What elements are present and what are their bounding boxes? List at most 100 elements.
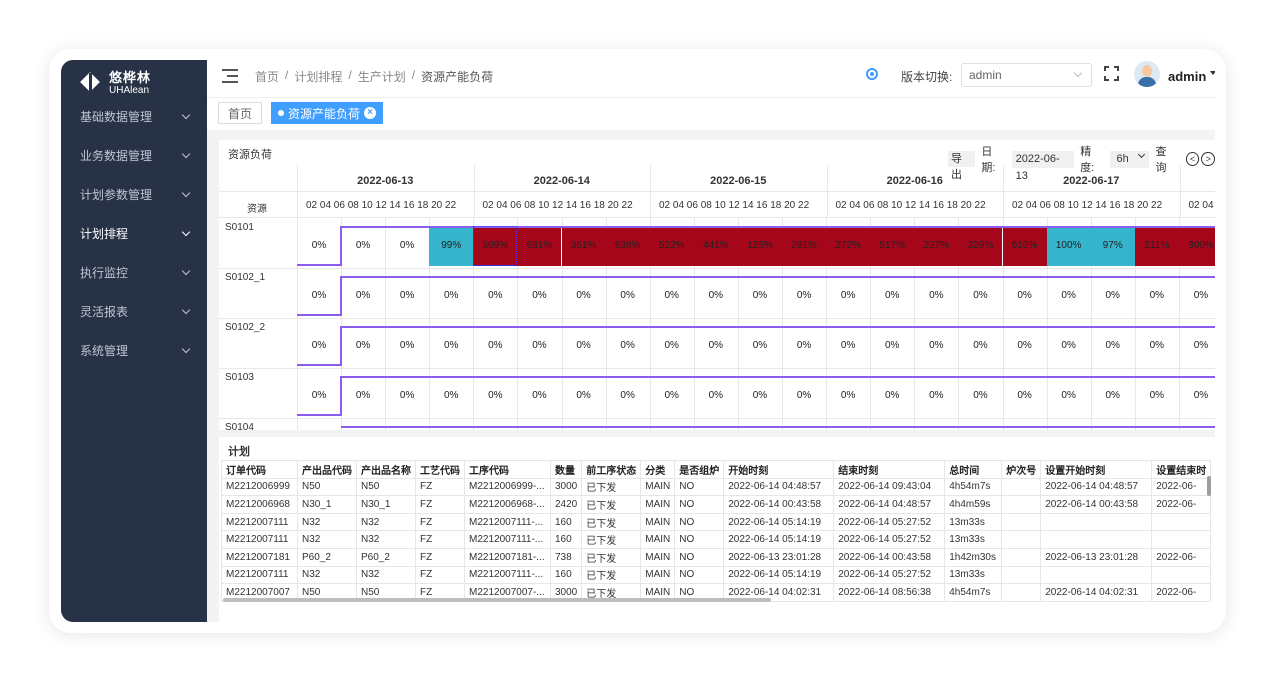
resource-name[interactable]: S0101 <box>225 222 254 233</box>
column-header[interactable]: 工序代码 <box>464 460 551 479</box>
sidebar-item-business-data[interactable]: 业务数据管理 <box>61 136 207 175</box>
close-icon[interactable]: × <box>364 107 377 119</box>
load-cell[interactable]: 0% <box>606 326 650 366</box>
column-header[interactable]: 前工序状态 <box>581 460 642 479</box>
table-row[interactable]: M2212007111 N32 N32 FZ M2212007111-... 160 已下发… <box>221 530 1212 549</box>
load-cell[interactable]: 0% <box>914 326 958 366</box>
breadcrumb-production-plan[interactable]: 生产计划 <box>358 68 406 85</box>
breadcrumb-home[interactable]: 首页 <box>255 68 279 85</box>
load-cell[interactable]: 0% <box>782 326 826 366</box>
load-cell[interactable]: 0% <box>1135 326 1179 366</box>
table-row[interactable]: M2212006999 N50 N50 FZ M2212006999-... 3000 已下… <box>221 477 1212 497</box>
column-header[interactable]: 工艺代码 <box>415 460 465 479</box>
load-cell[interactable]: 0% <box>385 376 429 416</box>
load-cell[interactable]: 0% <box>429 376 473 416</box>
tag-resource-load[interactable]: 资源产能负荷 × <box>271 102 384 124</box>
table-row[interactable]: M2212007111 N32 N32 FZ M2212007111-... 160 已下发… <box>221 512 1212 532</box>
column-header[interactable]: 结束时刻 <box>833 460 946 479</box>
load-cell[interactable]: 0% <box>341 376 385 416</box>
table-row[interactable]: M2212006968 N30_1 N30_1 FZ M2212006968-... 24… <box>221 495 1212 514</box>
load-cell[interactable]: 0% <box>650 376 694 416</box>
load-cell[interactable]: 0% <box>738 326 782 366</box>
version-select[interactable]: admin <box>961 63 1092 87</box>
column-header[interactable]: 产出品名称 <box>356 460 416 479</box>
menu-toggle-icon[interactable] <box>222 69 238 83</box>
load-cell[interactable]: 0% <box>562 326 606 366</box>
sidebar-item-scheduling[interactable]: 计划排程 <box>61 214 207 253</box>
load-cell[interactable]: 0% <box>650 326 694 366</box>
load-cell[interactable]: 0% <box>341 226 385 266</box>
load-cell[interactable]: 0% <box>517 376 561 416</box>
load-cell[interactable]: 125% <box>737 226 782 266</box>
load-cell[interactable]: 0% <box>1179 276 1215 316</box>
load-cell[interactable]: 0% <box>870 326 914 366</box>
load-cell[interactable]: 237% <box>914 226 959 266</box>
load-cell[interactable]: 0% <box>694 326 738 366</box>
load-cell[interactable]: 0% <box>1091 276 1135 316</box>
sidebar-item-basic-data[interactable]: 基础数据管理 <box>61 97 207 136</box>
load-cell[interactable]: 0% <box>297 390 341 401</box>
username[interactable]: admin <box>1168 69 1206 84</box>
load-cell[interactable]: 0% <box>870 276 914 316</box>
sidebar-item-reports[interactable]: 灵活报表 <box>61 292 207 331</box>
load-cell[interactable]: 0% <box>341 326 385 366</box>
load-cell[interactable]: 0% <box>1003 326 1047 366</box>
load-cell[interactable]: 272% <box>826 226 871 266</box>
table-row[interactable]: M2212007181 P60_2 P60_2 FZ M2212007181-... 73… <box>221 547 1212 567</box>
load-cell[interactable]: 0% <box>562 276 606 316</box>
column-header[interactable]: 分类 <box>640 460 676 479</box>
load-cell[interactable]: 0% <box>870 376 914 416</box>
vertical-scrollbar[interactable] <box>1207 476 1211 496</box>
load-cell[interactable]: 361% <box>561 226 606 266</box>
column-header[interactable]: 开始时刻 <box>723 460 835 479</box>
load-cell[interactable]: 0% <box>1003 276 1047 316</box>
fullscreen-icon[interactable] <box>1104 66 1119 81</box>
load-cell[interactable]: 0% <box>562 376 606 416</box>
load-cell[interactable]: 0% <box>826 326 870 366</box>
load-cell[interactable]: 329% <box>958 226 1003 266</box>
resource-name[interactable]: S0102_1 <box>225 272 265 283</box>
selected-cell[interactable] <box>473 226 518 266</box>
sidebar-item-monitoring[interactable]: 执行监控 <box>61 253 207 292</box>
load-cell[interactable]: 0% <box>1047 276 1091 316</box>
resource-name[interactable]: S0103 <box>225 372 254 383</box>
load-cell[interactable]: 0% <box>826 376 870 416</box>
load-cell[interactable]: 0% <box>1047 326 1091 366</box>
load-cell[interactable]: 0% <box>1091 326 1135 366</box>
load-cell[interactable]: 0% <box>606 376 650 416</box>
load-cell[interactable]: 0% <box>385 326 429 366</box>
table-row[interactable]: M2212007111 N32 N32 FZ M2212007111-... 160 已下发… <box>221 565 1212 585</box>
load-cell[interactable]: 0% <box>1091 376 1135 416</box>
load-cell[interactable]: 441% <box>693 226 738 266</box>
load-cell[interactable]: 0% <box>1135 376 1179 416</box>
load-cell[interactable]: 0% <box>297 240 341 251</box>
column-header[interactable]: 设置开始时刻 <box>1040 460 1153 479</box>
load-cell[interactable]: 99% <box>429 226 474 266</box>
load-cell[interactable]: 0% <box>738 276 782 316</box>
load-cell[interactable]: 0% <box>782 276 826 316</box>
column-header[interactable]: 订单代码 <box>221 460 298 479</box>
load-cell[interactable]: 0% <box>650 276 694 316</box>
load-cell[interactable]: 0% <box>517 326 561 366</box>
load-cell[interactable]: 100% <box>1046 226 1091 266</box>
resource-name[interactable]: S0104 <box>225 422 254 430</box>
column-header[interactable]: 炉次号 <box>1001 460 1042 479</box>
load-cell[interactable]: 0% <box>914 376 958 416</box>
load-cell[interactable]: 0% <box>1135 276 1179 316</box>
column-header[interactable]: 是否组炉 <box>674 460 725 479</box>
avatar[interactable] <box>1134 61 1160 87</box>
load-cell[interactable]: 0% <box>385 276 429 316</box>
load-cell[interactable]: 0% <box>782 376 826 416</box>
gear-icon[interactable] <box>866 68 878 80</box>
load-cell[interactable]: 0% <box>473 276 517 316</box>
load-cell[interactable]: 300% <box>1178 226 1215 266</box>
load-cell[interactable]: 0% <box>958 376 1002 416</box>
load-cell[interactable]: 0% <box>958 276 1002 316</box>
tag-home[interactable]: 首页 <box>218 102 262 124</box>
load-cell[interactable]: 0% <box>429 276 473 316</box>
load-cell[interactable]: 631% <box>517 226 562 266</box>
load-cell[interactable]: 517% <box>870 226 915 266</box>
sidebar-item-system[interactable]: 系统管理 <box>61 331 207 370</box>
load-cell[interactable]: 0% <box>297 340 341 351</box>
sidebar-item-plan-params[interactable]: 计划参数管理 <box>61 175 207 214</box>
